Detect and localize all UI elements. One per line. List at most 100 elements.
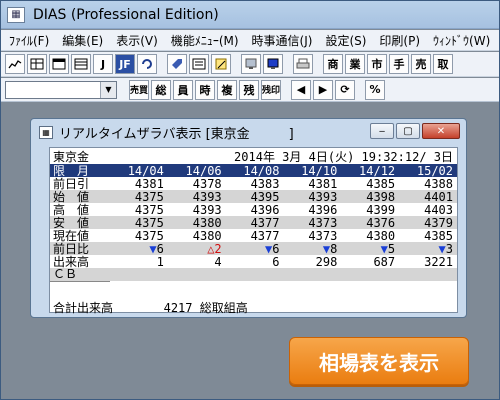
cell: 6: [225, 255, 284, 268]
window-icon[interactable]: [49, 54, 69, 74]
screen-icon[interactable]: [263, 54, 283, 74]
next-icon[interactable]: ▶: [313, 79, 333, 100]
toolbar-main: J JF 商 業 市 手 売 取: [1, 52, 499, 77]
cell: [399, 268, 457, 281]
cell: [110, 268, 168, 281]
btn-shi[interactable]: 市: [367, 54, 387, 74]
cell: 687: [341, 255, 400, 268]
btn-baibai[interactable]: 売買: [129, 79, 149, 100]
month-header[interactable]: 15/02: [399, 164, 457, 177]
chevron-down-icon[interactable]: ▼: [100, 81, 116, 98]
row-label: 始 値: [50, 190, 110, 203]
tag-icon[interactable]: [167, 54, 187, 74]
cell: 1: [110, 255, 168, 268]
btn-ji[interactable]: 時: [195, 79, 215, 100]
total-volume-label: 合計出来高: [53, 301, 114, 315]
j-button[interactable]: J: [93, 54, 113, 74]
percent-icon[interactable]: %: [365, 79, 385, 100]
row-label: 現在値: [50, 229, 110, 242]
cell: 4395: [225, 190, 284, 203]
app-window: ▦ DIAS (Professional Edition) ﾌｧｲﾙ(F) 編集…: [0, 0, 500, 400]
table-row: 現在値 4375 4380 4377 4373 4380 4385: [50, 229, 457, 242]
btn-sho[interactable]: 商: [323, 54, 343, 74]
menu-print[interactable]: 印刷(P): [379, 32, 420, 49]
menu-view[interactable]: 表示(V): [116, 32, 158, 49]
quote-table: 限 月 14/04 14/06 14/08 14/10 14/12 15/02 …: [50, 164, 457, 282]
month-header[interactable]: 14/12: [341, 164, 400, 177]
table-row: 高 値 4375 4393 4396 4396 4399 4403: [50, 203, 457, 216]
cell: 4381: [110, 177, 168, 190]
month-header[interactable]: 14/08: [225, 164, 284, 177]
monitor-icon[interactable]: [241, 54, 261, 74]
cell: 4376: [341, 216, 400, 229]
cb-row: ＣＢ: [50, 268, 457, 282]
maximize-button[interactable]: ▢: [396, 123, 420, 139]
cell: 4375: [110, 190, 168, 203]
cell: 4403: [399, 203, 457, 216]
quote-header: 東京金 2014年 3月 4日(火) 19:32:12/ 3日: [50, 148, 457, 164]
cell: 4388: [399, 177, 457, 190]
menu-function[interactable]: 機能ﾒﾆｭｰ(M): [171, 32, 239, 49]
cell: 4380: [341, 229, 400, 242]
cell: 4396: [225, 203, 284, 216]
prev-icon[interactable]: ◀: [291, 79, 311, 100]
chart-icon[interactable]: [5, 54, 25, 74]
btn-so[interactable]: 総: [151, 79, 171, 100]
btn-tori[interactable]: 取: [433, 54, 453, 74]
btn-fuku[interactable]: 複: [217, 79, 237, 100]
cell: 4: [167, 255, 226, 268]
cell: 4393: [167, 203, 226, 216]
symbol-combo[interactable]: ▼: [5, 80, 117, 99]
menu-window[interactable]: ｳｨﾝﾄﾞｳ(W): [433, 32, 490, 49]
close-button[interactable]: ✕: [422, 123, 460, 139]
row-label: 出来高: [50, 255, 110, 268]
btn-uri[interactable]: 売: [411, 54, 431, 74]
cell: 4396: [283, 203, 342, 216]
table-icon[interactable]: [71, 54, 91, 74]
change-cell: ▼8: [283, 241, 342, 256]
cell: 4401: [399, 190, 457, 203]
toolbar-secondary: ▼ 売買 総 員 時 複 残 残印 ◀ ▶ ⟳ %: [1, 78, 499, 102]
cell: 4383: [225, 177, 284, 190]
change-cell: ▼3: [399, 242, 457, 255]
quote-datetime: 2014年 3月 4日(火) 19:32:12/ 3日: [234, 150, 453, 164]
minimize-button[interactable]: ‒: [370, 123, 394, 139]
reload-icon[interactable]: ⟳: [335, 79, 355, 100]
note-icon[interactable]: [211, 54, 231, 74]
table-row: 始 値 4375 4393 4395 4393 4398 4401: [50, 190, 457, 203]
cell: 4373: [283, 229, 342, 242]
menu-file[interactable]: ﾌｧｲﾙ(F): [9, 32, 49, 49]
btn-zan-in[interactable]: 残印: [261, 79, 281, 100]
list-icon[interactable]: [189, 54, 209, 74]
cell: 4377: [225, 216, 284, 229]
down-arrow-icon: ▼: [322, 241, 331, 256]
cell: 298: [283, 255, 342, 268]
menu-edit[interactable]: 編集(E): [62, 32, 103, 49]
change-cell: ▼6: [110, 242, 168, 255]
jf-button[interactable]: JF: [115, 54, 135, 74]
down-arrow-icon: ▼: [438, 241, 446, 256]
btn-te[interactable]: 手: [389, 54, 409, 74]
grid-icon[interactable]: [27, 54, 47, 74]
menu-settings[interactable]: 設定(S): [325, 32, 366, 49]
cell: [167, 268, 226, 281]
printer-icon[interactable]: [293, 54, 313, 74]
btn-in[interactable]: 員: [173, 79, 193, 100]
title-bar[interactable]: ▦ DIAS (Professional Edition): [1, 1, 499, 29]
row-label: 高 値: [50, 203, 110, 216]
month-header[interactable]: 14/10: [283, 164, 342, 177]
month-header[interactable]: 14/04: [110, 164, 168, 177]
app-icon: ▦: [7, 6, 25, 23]
btn-gyo[interactable]: 業: [345, 54, 365, 74]
down-arrow-icon: ▼: [149, 241, 157, 256]
month-header[interactable]: 14/06: [167, 164, 226, 177]
btn-zan[interactable]: 残: [239, 79, 259, 100]
table-header-row: 限 月 14/04 14/06 14/08 14/10 14/12 15/02: [50, 164, 457, 177]
cell: 4377: [225, 229, 284, 242]
show-quote-board-button[interactable]: 相場表を表示: [289, 337, 469, 385]
menu-jiji[interactable]: 時事通信(J): [252, 32, 313, 49]
total-volume-value: 4217: [163, 301, 193, 315]
row-label: 前日引: [50, 177, 110, 190]
refresh-icon[interactable]: [137, 54, 157, 74]
cell: [341, 268, 400, 281]
